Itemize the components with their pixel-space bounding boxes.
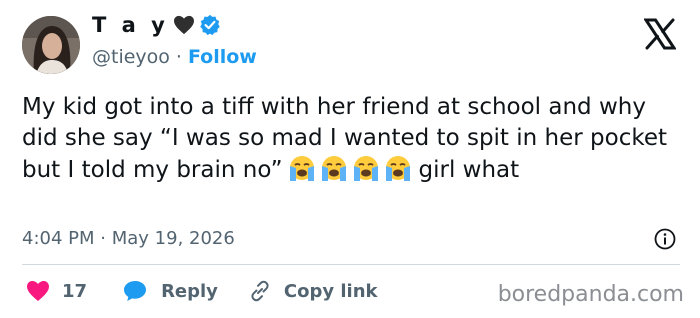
avatar[interactable] [22, 16, 80, 74]
heart-icon [26, 280, 50, 302]
tweet-date[interactable]: May 19, 2026 [112, 228, 235, 249]
copy-link-label: Copy link [283, 280, 378, 302]
emoji-group [287, 154, 415, 191]
timestamp-separator: · [100, 228, 106, 249]
handle-separator: · [175, 46, 182, 68]
black-heart-icon [173, 15, 195, 35]
loudly-crying-face-emoji [287, 154, 317, 191]
reply-label: Reply [161, 280, 218, 302]
watermark: boredpanda.com [497, 282, 684, 307]
info-icon[interactable] [654, 228, 676, 250]
tweet-text: My kid got into a tiff with her friend a… [22, 92, 682, 191]
loudly-crying-face-emoji [319, 154, 349, 191]
like-button[interactable]: 17 [26, 280, 87, 302]
loudly-crying-face-emoji [351, 154, 381, 191]
divider [22, 264, 680, 265]
user-handle[interactable]: @tieyoo [92, 46, 170, 68]
display-name[interactable]: T a y [92, 14, 169, 36]
x-logo-icon[interactable] [643, 18, 677, 50]
verified-badge-icon [199, 14, 221, 36]
tweet-text-part-2: girl what [418, 157, 520, 183]
copy-link-button[interactable]: Copy link [248, 279, 378, 303]
reply-button[interactable]: Reply [123, 280, 218, 302]
tweet-timestamp[interactable]: 4:04 PM · May 19, 2026 [22, 228, 235, 249]
loudly-crying-face-emoji [383, 154, 413, 191]
action-bar: 17 Reply Copy link [26, 279, 378, 303]
reply-bubble-icon [123, 280, 147, 302]
follow-button[interactable]: Follow [188, 46, 257, 68]
tweet-time[interactable]: 4:04 PM [22, 228, 95, 249]
link-icon [248, 279, 272, 303]
like-count: 17 [62, 280, 88, 302]
